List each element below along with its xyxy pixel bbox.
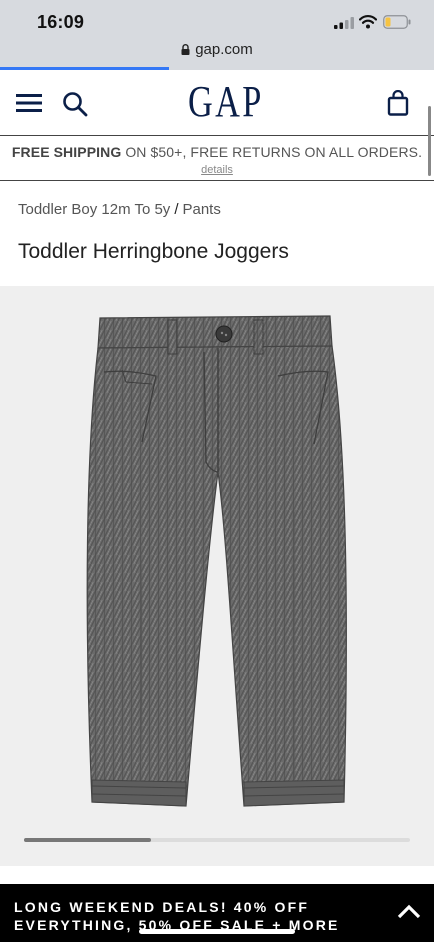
- search-icon[interactable]: [62, 91, 88, 117]
- shipping-message-rest: ON $50+, FREE RETURNS ON ALL ORDERS.: [121, 144, 423, 160]
- cellular-signal-icon: [334, 17, 354, 29]
- promo-line-1: LONG WEEKEND DEALS! 40% OFF: [14, 899, 310, 915]
- carousel-progress-fill: [24, 838, 152, 842]
- home-indicator[interactable]: [139, 929, 295, 934]
- carousel-progress[interactable]: [24, 838, 410, 842]
- page-scrollbar[interactable]: [428, 106, 431, 176]
- shipping-details-link[interactable]: details: [201, 164, 233, 176]
- url-text: gap.com: [195, 41, 253, 58]
- product-image-carousel[interactable]: [0, 286, 434, 866]
- product-title: Toddler Herringbone Joggers: [18, 240, 289, 263]
- breadcrumb-category[interactable]: Toddler Boy 12m To 5y: [18, 201, 170, 218]
- shipping-message-bold: FREE SHIPPING: [11, 144, 122, 160]
- lock-icon: [181, 44, 190, 55]
- shipping-message: FREE SHIPPING ON $50+, FREE RETURNS ON A…: [0, 144, 434, 160]
- shopping-bag-icon[interactable]: [387, 90, 409, 116]
- wifi-icon: [359, 15, 377, 29]
- brand-logo[interactable]: GAP: [188, 76, 264, 127]
- browser-url-bar[interactable]: gap.com: [0, 36, 434, 70]
- status-bar: 16:09: [0, 0, 434, 36]
- breadcrumb: Toddler Boy 12m To 5y / Pants: [18, 201, 221, 218]
- product-image: [86, 315, 347, 807]
- promo-banner[interactable]: LONG WEEKEND DEALS! 40% OFF EVERYTHING, …: [0, 884, 434, 942]
- breadcrumb-subcategory[interactable]: Pants: [182, 201, 220, 218]
- battery-icon: [383, 15, 411, 29]
- breadcrumb-separator: /: [174, 201, 179, 218]
- hamburger-menu-icon[interactable]: [16, 93, 42, 113]
- site-header: GAP: [0, 70, 434, 136]
- chevron-up-icon[interactable]: [397, 903, 421, 919]
- status-time: 16:09: [37, 12, 85, 32]
- shipping-banner: FREE SHIPPING ON $50+, FREE RETURNS ON A…: [0, 137, 434, 181]
